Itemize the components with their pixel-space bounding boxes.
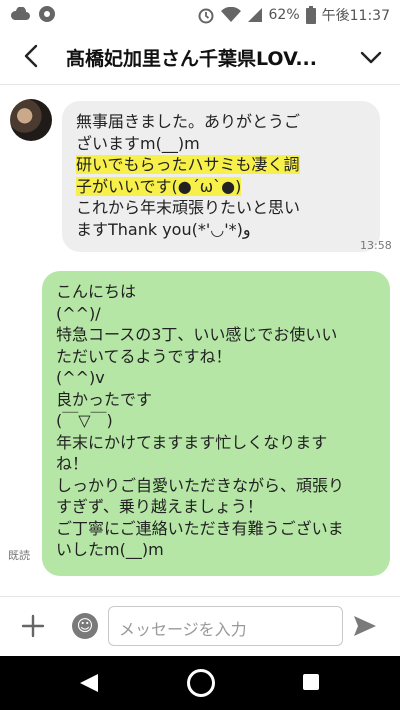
nav-back-icon[interactable] <box>78 672 100 694</box>
chat-area[interactable]: 無事届きました。ありがとうご ざいますm(__)m 研いでもらったハサミも凄く調… <box>0 85 400 596</box>
message-line-highlighted: 研いでもらったハサミも凄く調 <box>76 154 366 176</box>
message-line: ざいますm(__)m <box>76 133 200 153</box>
message-line: ね！ <box>56 454 89 473</box>
read-receipt: 既読 <box>8 549 30 562</box>
highlighted-text: 研いでもらったハサミも凄く調 <box>76 155 300 174</box>
message-input-bar: ☺ メッセージを入力 <box>0 596 400 657</box>
incoming-message-bubble[interactable]: 無事届きました。ありがとうご ざいますm(__)m 研いでもらったハサミも凄く調… <box>62 101 380 252</box>
message-line: いしたm(__)m <box>56 540 164 559</box>
message-line: (^^)/ <box>56 303 101 323</box>
message-line: すぎず、乗り越えましょう！ <box>56 497 263 516</box>
message-line: ますThank you(*'◡'*)ﻭ <box>76 219 251 239</box>
emoji-icon[interactable]: ☺ <box>72 613 98 639</box>
wifi-icon <box>220 7 241 22</box>
alarm-icon <box>198 8 214 24</box>
clock: 午後11:37 <box>321 8 390 24</box>
message-timestamp: 13:58 <box>360 239 392 252</box>
message-line: しっかりご自愛いただきながら、頑張り <box>56 475 345 495</box>
navigation-bar <box>0 656 400 710</box>
signal-icon <box>247 8 262 22</box>
battery-icon <box>305 6 316 24</box>
back-arrow-icon[interactable] <box>18 42 46 70</box>
message-line: 年末にかけてますます忙しくなります <box>56 432 328 452</box>
highlighted-text: 子がいいです(●´ω`●) <box>76 176 242 196</box>
status-left <box>10 5 56 23</box>
cloud-icon <box>10 7 30 20</box>
message-line: (^^)v <box>56 368 105 387</box>
message-line: こんにちは <box>56 282 137 301</box>
status-right: 62% 午後11:37 <box>197 5 390 25</box>
message-line: 特急コースの3丁、いい感じでお使いい <box>56 325 338 344</box>
chat-header: 髙橋妃加里さん千葉県LOV... <box>0 28 400 85</box>
nav-recent-icon[interactable] <box>303 674 319 690</box>
message-line-highlighted: 子がいいです(●´ω`●) <box>76 176 366 198</box>
chevron-down-icon[interactable] <box>358 44 384 70</box>
chat-title[interactable]: 髙橋妃加里さん千葉県LOV... <box>66 44 346 71</box>
status-bar: 62% 午後11:37 <box>0 0 400 28</box>
battery-percentage: 62% <box>268 7 300 23</box>
message-line: 良かったです <box>56 389 153 409</box>
message-input[interactable]: メッセージを入力 <box>108 606 343 646</box>
message-line: これから年末頑張りたいと思い <box>76 198 301 217</box>
send-icon[interactable] <box>352 613 378 639</box>
message-line: (￣▽￣) <box>56 411 113 430</box>
plus-icon[interactable] <box>20 613 46 639</box>
message-line: ただいてるようですね！ <box>56 346 232 366</box>
avatar[interactable] <box>10 99 52 141</box>
settings-icon <box>39 6 55 22</box>
outgoing-message-bubble[interactable]: こんにちは (^^)/ 特急コースの3丁、いい感じでお使いい ただいてるようです… <box>42 271 390 576</box>
message-line: ご丁寧にご連絡いただき有難うございま <box>56 518 344 538</box>
message-line: 無事届きました。ありがとうご <box>76 112 301 131</box>
nav-home-icon[interactable] <box>187 669 215 697</box>
